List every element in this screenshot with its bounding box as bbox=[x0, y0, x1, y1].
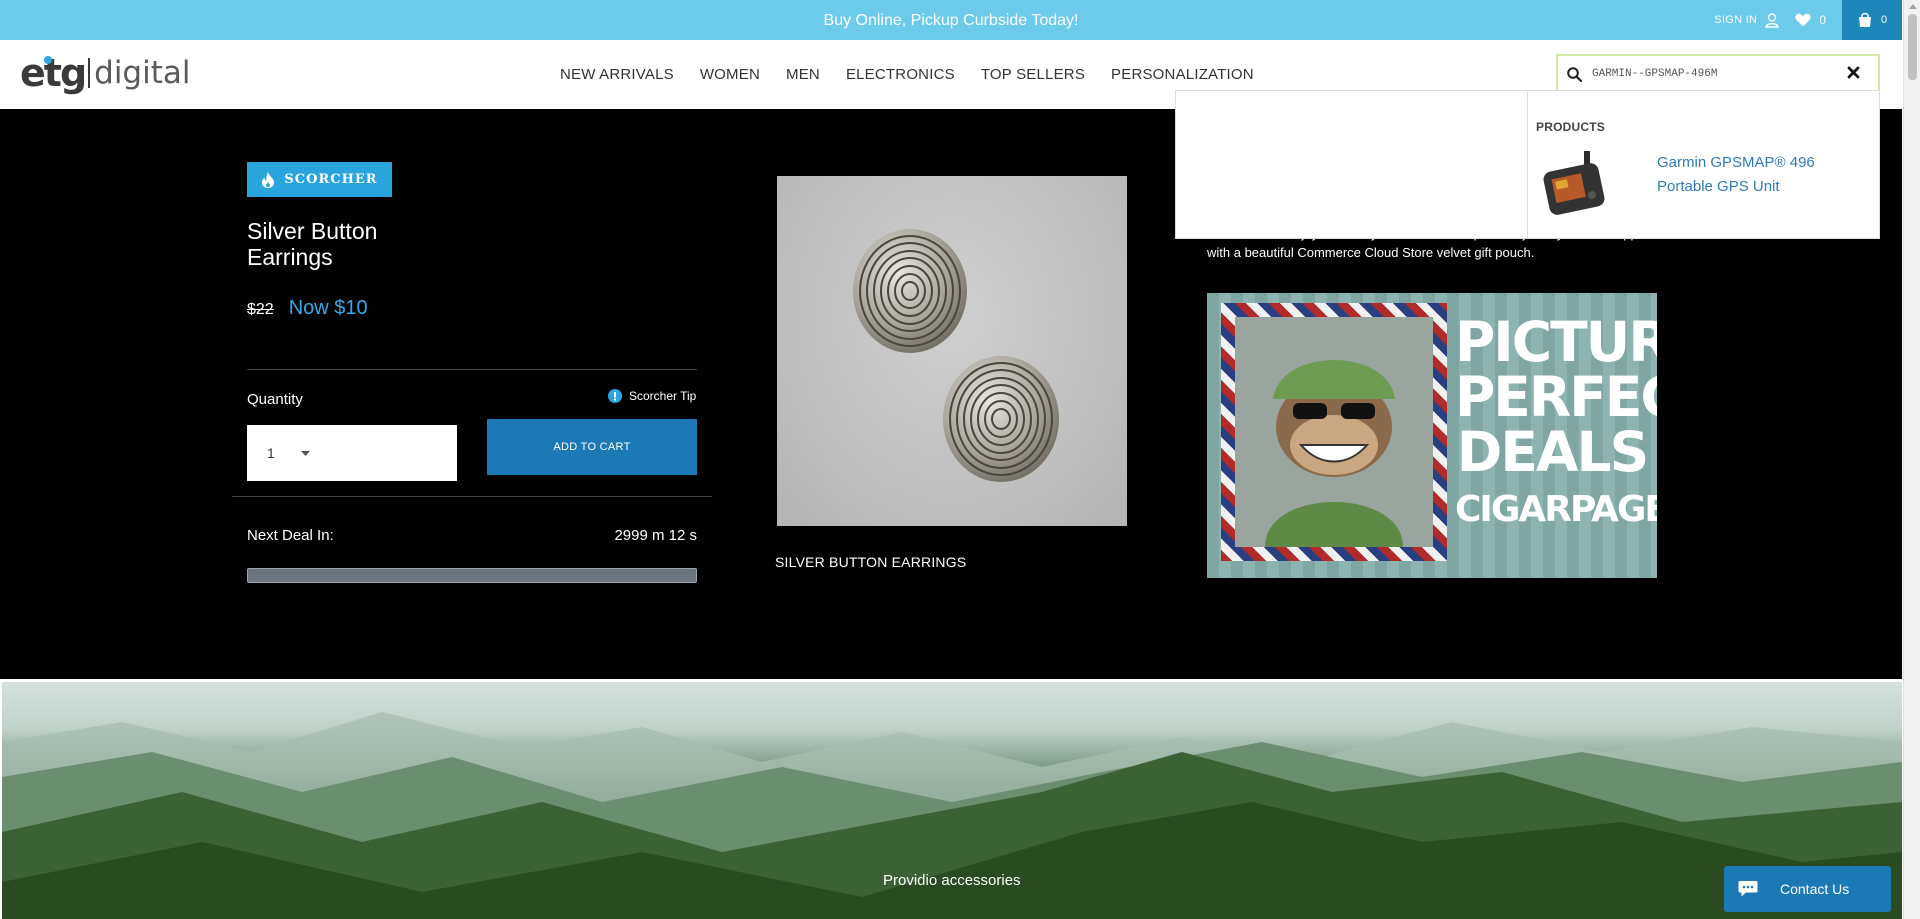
search-input[interactable] bbox=[1592, 68, 1832, 80]
quantity-select[interactable]: 1 bbox=[247, 425, 457, 481]
search-box bbox=[1556, 54, 1880, 94]
nav-new-arrivals[interactable]: NEW ARRIVALS bbox=[560, 66, 674, 83]
ad-framed-mascot bbox=[1221, 303, 1447, 561]
scorcher-tip[interactable]: Scorcher Tip bbox=[608, 389, 696, 403]
contact-label: Contact Us bbox=[1780, 881, 1850, 897]
site-logo[interactable]: etg digital bbox=[20, 50, 191, 96]
info-icon bbox=[608, 389, 622, 403]
nav-top-sellers[interactable]: TOP SELLERS bbox=[981, 66, 1085, 83]
nav-personalization[interactable]: PERSONALIZATION bbox=[1111, 66, 1254, 83]
ad-text: PICTURE PERFECT DEALS CIGARPAGE.COM bbox=[1455, 310, 1657, 530]
suggestion-thumbnail[interactable] bbox=[1540, 149, 1612, 217]
cart-count: 0 bbox=[1880, 14, 1888, 26]
product-title: Silver Button Earrings bbox=[247, 218, 378, 270]
scroll-up-arrow[interactable] bbox=[1909, 4, 1917, 9]
scenic-banner: Providio accessories bbox=[2, 682, 1902, 919]
tip-label: Scorcher Tip bbox=[629, 389, 697, 403]
suggestion-product-link[interactable]: Garmin GPSMAP® 496 Portable GPS Unit bbox=[1657, 151, 1827, 199]
page-scrollbar[interactable] bbox=[1903, 0, 1920, 919]
logo-suffix: digital bbox=[94, 55, 191, 91]
search-suggestions: PRODUCTS Garmin GPSMAP® 496 Portable GPS… bbox=[1175, 90, 1880, 239]
nav-electronics[interactable]: ELECTRONICS bbox=[846, 66, 955, 83]
contact-us-button[interactable]: Contact Us bbox=[1724, 866, 1891, 912]
promo-text: Buy Online, Pickup Curbside Today! bbox=[823, 12, 1079, 29]
ad-line-3: DEALS bbox=[1456, 420, 1649, 484]
account-area: SIGN IN 0 0 bbox=[1714, 0, 1902, 40]
suggestion-line-1: Garmin GPSMAP® 496 bbox=[1657, 154, 1815, 171]
close-icon[interactable] bbox=[1847, 66, 1860, 79]
logo-dot bbox=[44, 56, 52, 64]
suggestions-heading: PRODUCTS bbox=[1536, 120, 1605, 134]
countdown-timer: 2999 m 12 s bbox=[614, 527, 697, 544]
divider bbox=[247, 369, 697, 370]
product-image[interactable] bbox=[777, 176, 1127, 526]
old-price: $22 bbox=[247, 301, 274, 318]
logo-divider bbox=[88, 58, 91, 88]
ad-url: CIGARPAGE.COM bbox=[1455, 489, 1657, 530]
scroll-thumb[interactable] bbox=[1908, 14, 1917, 80]
scorcher-badge: SCORCHER bbox=[247, 162, 392, 197]
divider bbox=[232, 496, 712, 497]
chat-icon bbox=[1738, 881, 1758, 897]
next-deal-label: Next Deal In: bbox=[247, 527, 334, 544]
wishlist-link[interactable]: 0 bbox=[1795, 13, 1826, 27]
logo-brand: etg bbox=[20, 51, 87, 95]
quantity-label: Quantity bbox=[247, 391, 303, 408]
scenic-caption: Providio accessories bbox=[883, 872, 1021, 889]
caret-down-icon bbox=[300, 450, 310, 456]
quantity-value: 1 bbox=[267, 445, 275, 461]
ad-line-2: PERFECT bbox=[1455, 365, 1657, 429]
search-icon[interactable] bbox=[1567, 66, 1582, 82]
sign-in-link[interactable]: SIGN IN bbox=[1714, 14, 1757, 26]
suggestion-line-2: Portable GPS Unit bbox=[1657, 178, 1780, 195]
wishlist-count: 0 bbox=[1819, 13, 1826, 27]
product-caption[interactable]: SILVER BUTTON EARRINGS bbox=[775, 554, 966, 570]
user-icon[interactable] bbox=[1765, 12, 1780, 28]
add-to-cart-button[interactable]: ADD TO CART bbox=[487, 419, 697, 475]
sale-price: Now $10 bbox=[288, 297, 368, 319]
ad-banner[interactable]: PICTURE PERFECT DEALS CIGARPAGE.COM bbox=[1207, 293, 1657, 578]
flame-icon bbox=[262, 171, 275, 188]
shopping-bag-icon bbox=[1858, 12, 1871, 27]
promo-bar: Buy Online, Pickup Curbside Today! SIGN … bbox=[0, 0, 1902, 40]
deal-progress-bar bbox=[247, 568, 697, 583]
cart-button[interactable]: 0 bbox=[1842, 0, 1902, 40]
suggestions-left-pane bbox=[1176, 91, 1528, 238]
badge-label: SCORCHER bbox=[284, 172, 378, 187]
nav-men[interactable]: MEN bbox=[786, 66, 820, 83]
ad-line-1: PICTURE bbox=[1455, 310, 1657, 374]
nav-women[interactable]: WOMEN bbox=[700, 66, 760, 83]
price-block: $22 Now $10 bbox=[247, 297, 368, 320]
main-nav: NEW ARRIVALS WOMEN MEN ELECTRONICS TOP S… bbox=[560, 40, 1280, 109]
heart-icon bbox=[1795, 13, 1811, 27]
